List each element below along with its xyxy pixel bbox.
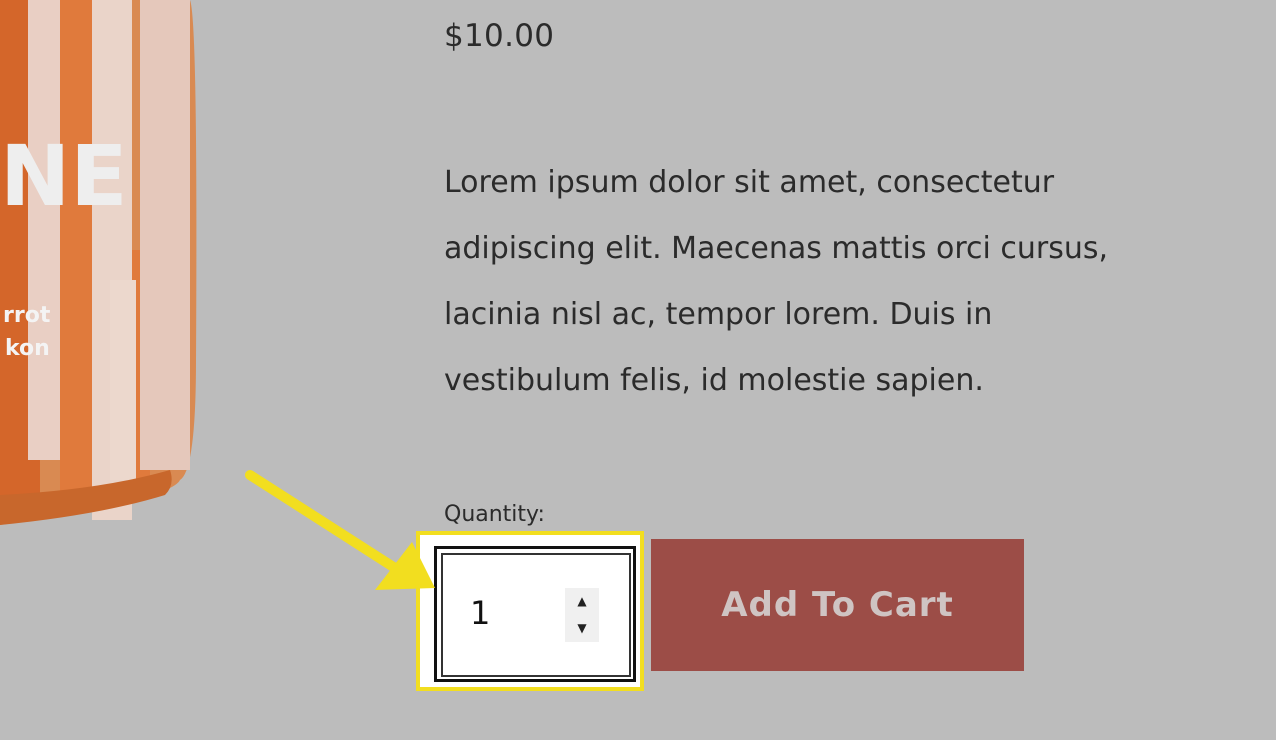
product-price: $10.00 [444, 18, 555, 54]
product-description: Lorem ipsum dolor sit amet, consectetur … [444, 150, 1264, 414]
quantity-label: Quantity: [444, 502, 545, 527]
svg-text:rrot: rrot [3, 303, 51, 328]
description-line: adipiscing elit. Maecenas mattis orci cu… [444, 231, 1109, 266]
description-line: lacinia nisl ac, tempor lorem. Duis in [444, 297, 993, 332]
increment-button[interactable]: ▲ [565, 588, 599, 615]
description-line: vestibulum felis, id molestie sapien. [444, 363, 984, 398]
svg-text:kon: kon [5, 336, 50, 361]
triangle-down-icon: ▼ [577, 621, 587, 635]
add-to-cart-button[interactable]: Add To Cart [651, 539, 1024, 671]
product-image: NE rrot kon [0, 0, 200, 535]
svg-text:NE: NE [0, 127, 128, 225]
spin-buttons[interactable]: ▲ ▼ [565, 588, 599, 642]
triangle-up-icon: ▲ [577, 594, 587, 608]
annotation-arrow-icon [245, 470, 435, 590]
quantity-value[interactable]: 1 [470, 594, 490, 632]
decrement-button[interactable]: ▼ [565, 615, 599, 642]
pickle-jar-graphic: NE rrot kon [0, 0, 197, 525]
description-line: Lorem ipsum dolor sit amet, consectetur [444, 165, 1055, 200]
